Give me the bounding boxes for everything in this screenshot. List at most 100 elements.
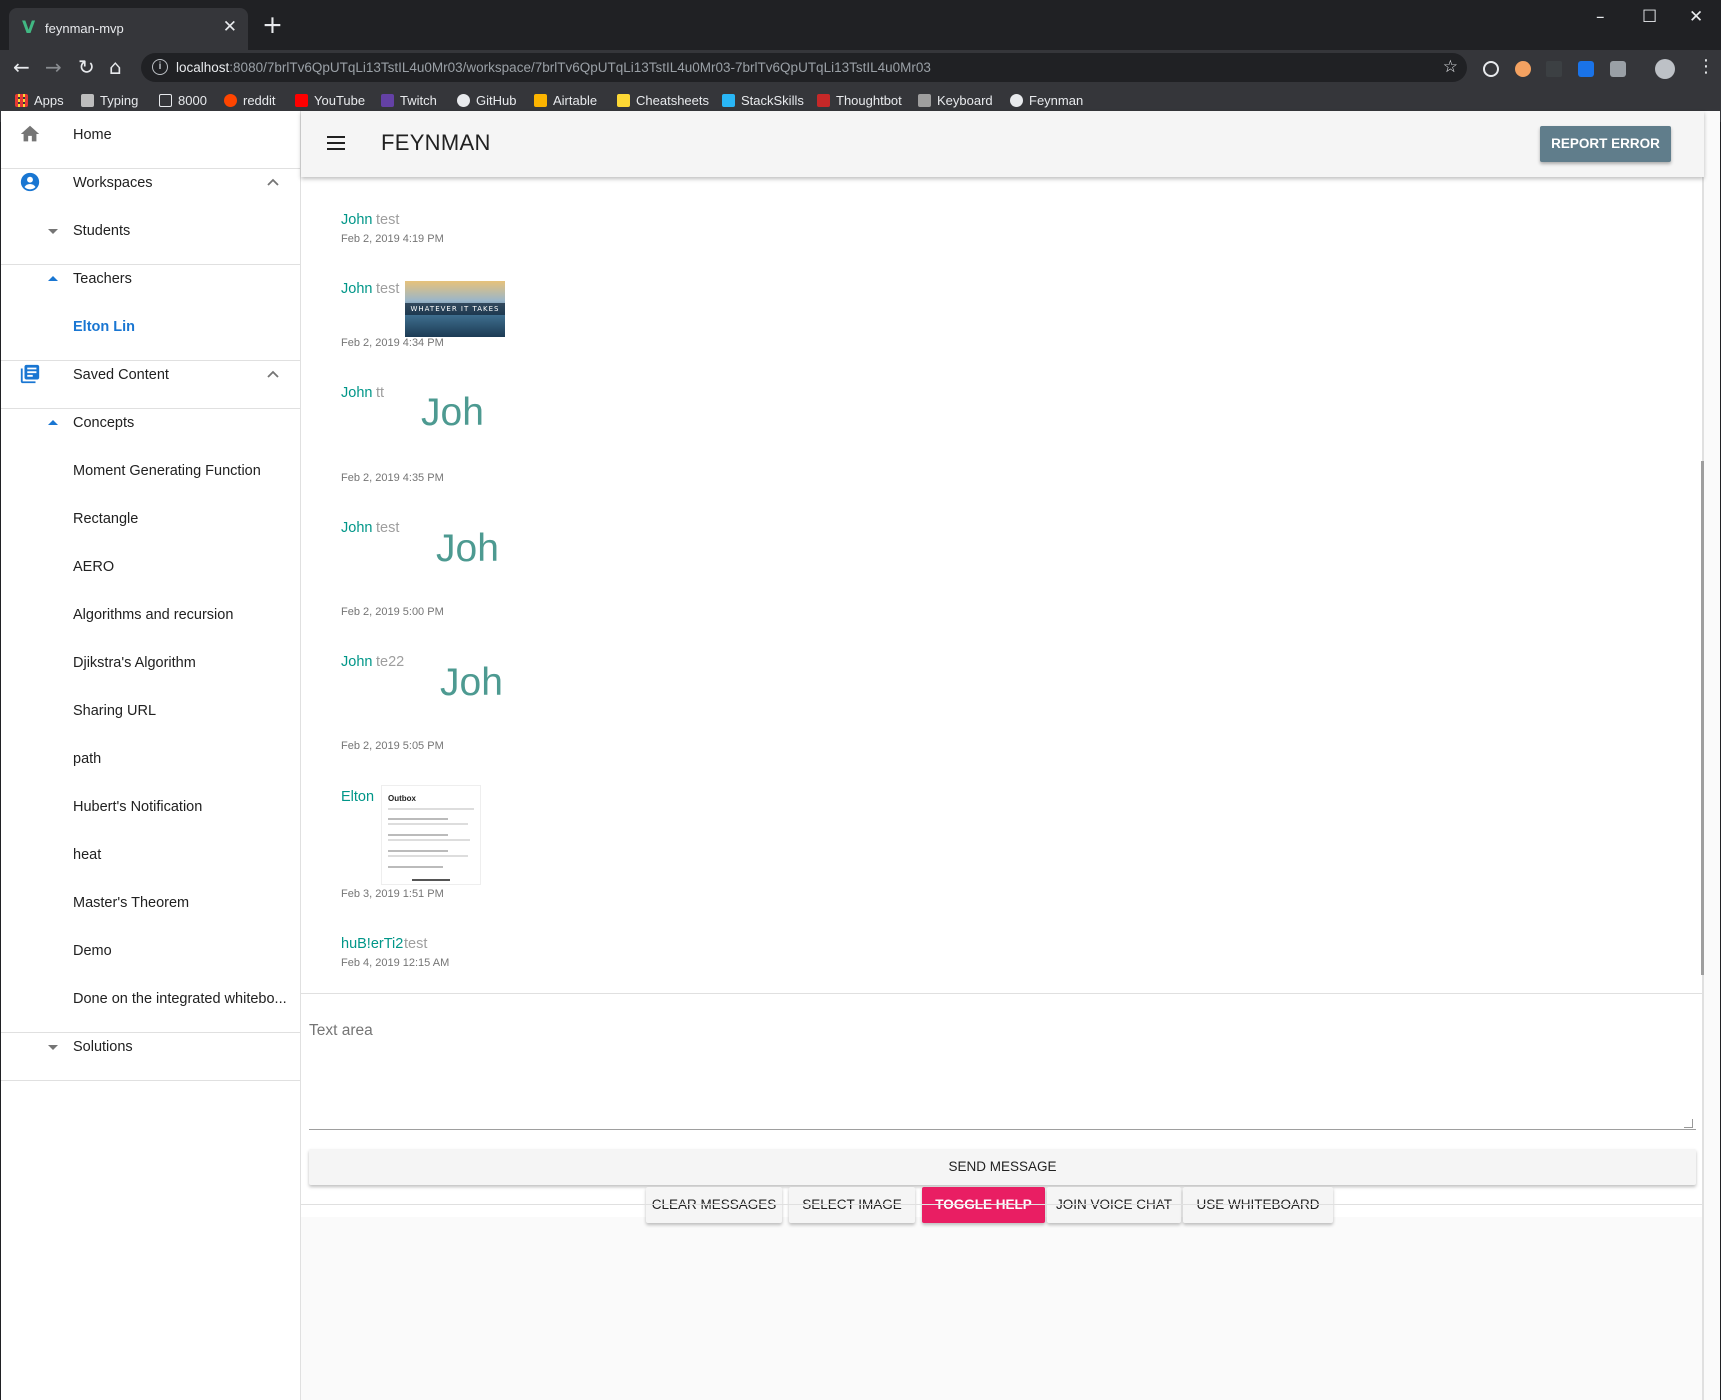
sidebar-item-label: Saved Content — [73, 367, 169, 383]
home-icon — [20, 125, 40, 142]
message-author[interactable]: John — [341, 281, 372, 297]
bookmark-typing[interactable]: Typing — [81, 93, 138, 108]
sidebar-item-teachers[interactable]: Teachers — [1, 255, 301, 303]
back-icon[interactable]: ← — [13, 57, 30, 77]
concept-item[interactable]: Moment Generating Function — [1, 447, 301, 495]
extension-icon[interactable] — [1515, 61, 1531, 77]
bookmark-label: Twitch — [400, 93, 437, 108]
toggle-help-button[interactable]: TOGGLE HELP — [922, 1187, 1045, 1223]
tab-close-icon[interactable]: ✕ — [223, 17, 237, 37]
concept-item[interactable]: Hubert's Notification — [1, 783, 301, 831]
sidebar-item-saved-content[interactable]: Saved Content — [1, 351, 301, 399]
join-voice-chat-button[interactable]: JOIN VOICE CHAT — [1047, 1187, 1181, 1223]
message-image[interactable]: Outbox — [381, 785, 481, 885]
concept-item[interactable]: path — [1, 735, 301, 783]
send-message-button[interactable]: SEND MESSAGE — [309, 1149, 1696, 1185]
bookmark-github[interactable]: GitHub — [457, 93, 516, 108]
shield-extension-icon[interactable] — [1578, 61, 1594, 77]
terminal-extension-icon[interactable] — [1546, 61, 1562, 77]
concept-item[interactable]: AERO — [1, 543, 301, 591]
message-image[interactable]: WHATEVER IT TAKES — [405, 281, 505, 337]
message-image[interactable]: Joh — [440, 661, 503, 705]
scrollbar-thumb[interactable] — [1701, 461, 1704, 975]
bookmark-feynman[interactable]: Feynman — [1010, 93, 1083, 108]
chevron-up-icon[interactable] — [265, 175, 281, 191]
message-timestamp: Feb 2, 2019 4:19 PM — [341, 233, 444, 245]
sidebar-item-elton-lin[interactable]: Elton Lin — [1, 303, 301, 351]
bookmark-label: YouTube — [314, 93, 366, 108]
maximize-icon[interactable]: ☐ — [1642, 7, 1657, 27]
concept-item[interactable]: Demo — [1, 927, 301, 975]
address-bar[interactable]: i localhost:8080/7brlTv6QpUTqLi13TstIL4u… — [141, 53, 1467, 82]
message-timestamp: Feb 2, 2019 4:34 PM — [341, 337, 444, 349]
bookmark-label: Cheatsheets — [636, 93, 709, 108]
message-composer: SEND MESSAGE CLEAR MESSAGES SELECT IMAGE… — [301, 993, 1704, 1223]
select-image-button[interactable]: SELECT IMAGE — [789, 1187, 915, 1223]
site-info-icon[interactable]: i — [152, 59, 168, 75]
bookmark-keyboard[interactable]: Keyboard — [918, 93, 993, 108]
sidebar-item-home[interactable]: Home — [1, 111, 301, 159]
apps-grid-icon — [15, 94, 28, 107]
bookmark-stackskills[interactable]: StackSkills — [722, 93, 804, 108]
report-error-button[interactable]: REPORT ERROR — [1540, 126, 1671, 162]
github-icon — [457, 94, 470, 107]
sidebar-item-students[interactable]: Students — [1, 207, 301, 255]
bookmark-cheatsheets[interactable]: Cheatsheets — [617, 93, 709, 108]
extension-icon[interactable] — [1610, 61, 1626, 77]
sidebar-item-concepts[interactable]: Concepts — [1, 399, 301, 447]
url-text[interactable]: localhost:8080/7brlTv6QpUTqLi13TstIL4u0M… — [176, 60, 931, 75]
bookmark-reddit[interactable]: reddit — [224, 93, 276, 108]
screenshot-line — [388, 866, 443, 868]
chevron-up-icon[interactable] — [265, 367, 281, 383]
message-author[interactable]: John — [341, 520, 372, 536]
bookmark-twitch[interactable]: Twitch — [381, 93, 437, 108]
concept-item[interactable]: Master's Theorem — [1, 879, 301, 927]
message-image[interactable]: Joh — [436, 527, 499, 571]
window-close-icon[interactable]: ✕ — [1689, 7, 1703, 27]
bookmark-youtube[interactable]: YouTube — [295, 93, 365, 108]
bookmark-apps[interactable]: Apps — [15, 93, 64, 108]
concept-item[interactable]: Algorithms and recursion — [1, 591, 301, 639]
reload-icon[interactable]: ↻ — [78, 57, 95, 77]
bookmark-airtable[interactable]: Airtable — [534, 93, 597, 108]
concept-item[interactable]: Done on the integrated whitebo... — [1, 975, 301, 1023]
profile-avatar[interactable] — [1655, 59, 1675, 79]
concept-item[interactable]: Djikstra's Algorithm — [1, 639, 301, 687]
message-list[interactable]: John test Feb 2, 2019 4:19 PM John test … — [301, 177, 1704, 993]
message-image[interactable]: Joh — [421, 391, 484, 435]
concept-item[interactable]: Sharing URL — [1, 687, 301, 735]
message-text: test — [376, 520, 400, 536]
message-author[interactable]: John — [341, 385, 372, 401]
use-whiteboard-button[interactable]: USE WHITEBOARD — [1183, 1187, 1333, 1223]
browser-tab[interactable]: V feynman-mvp ✕ — [9, 8, 248, 50]
new-tab-button[interactable]: + — [262, 11, 283, 39]
bookmark-label: Typing — [100, 93, 139, 108]
bookmark-star-icon[interactable]: ☆ — [1443, 57, 1458, 77]
caret-up-icon — [48, 420, 58, 425]
message-author[interactable]: huB!erTi2 — [341, 936, 403, 952]
sidebar-item-solutions[interactable]: Solutions — [1, 1023, 301, 1071]
screenshot-line — [388, 808, 474, 810]
concept-item[interactable]: Rectangle — [1, 495, 301, 543]
sidebar-item-label: Concepts — [73, 415, 135, 431]
thoughtbot-icon — [817, 94, 830, 107]
forward-icon[interactable]: → — [45, 57, 62, 77]
resize-handle-icon[interactable] — [1684, 1119, 1693, 1128]
minimize-icon[interactable]: – — [1596, 7, 1605, 27]
bookmark-thoughtbot[interactable]: Thoughtbot — [817, 93, 902, 108]
message-textarea[interactable] — [309, 1002, 1696, 1130]
message-author[interactable]: John — [341, 654, 372, 670]
sidebar-item-workspaces[interactable]: Workspaces — [1, 159, 301, 207]
screenshot-line — [412, 879, 450, 881]
extension-icon[interactable] — [1483, 61, 1499, 77]
message-author[interactable]: John — [341, 212, 372, 228]
clear-messages-button[interactable]: CLEAR MESSAGES — [646, 1187, 782, 1223]
hamburger-menu-icon[interactable] — [327, 135, 347, 151]
home-browser-icon[interactable]: ⌂ — [109, 57, 122, 77]
message-author[interactable]: Elton — [341, 789, 374, 805]
concept-label: path — [73, 751, 102, 767]
browser-menu-icon[interactable]: ⋮ — [1697, 57, 1715, 77]
concept-item[interactable]: heat — [1, 831, 301, 879]
bookmark-8000[interactable]: 8000 — [159, 93, 207, 108]
sidebar-item-label: Students — [73, 223, 131, 239]
